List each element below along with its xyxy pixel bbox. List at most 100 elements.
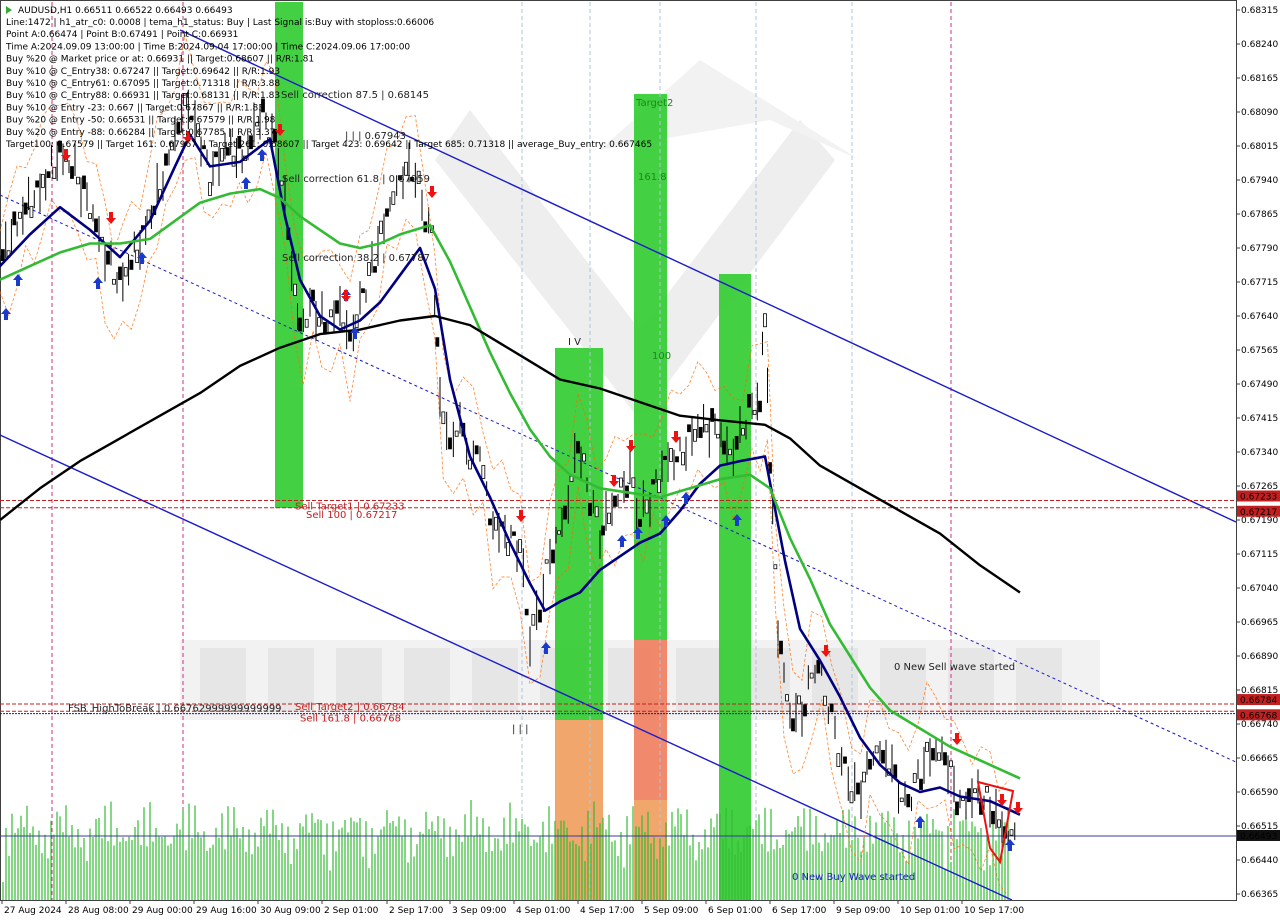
watermark-letter-block: [200, 648, 246, 712]
time-tick-label: 10 Sep 17:00: [964, 906, 1024, 916]
candle-body: [803, 704, 807, 717]
price-tick-label: 0.67715: [1241, 278, 1278, 288]
candle-body: [613, 495, 617, 507]
candle-body: [747, 394, 751, 408]
candle-body: [698, 426, 703, 438]
candle-body: [991, 810, 995, 825]
candle-body: [576, 440, 580, 454]
candle-body: [651, 479, 655, 485]
time-tick-label: 3 Sep 09:00: [452, 906, 507, 916]
zone-bar: [719, 274, 751, 900]
candle-body: [129, 259, 134, 270]
candle-body: [931, 748, 935, 761]
price-tick-label: 0.67940: [1241, 176, 1278, 186]
annotation-text: 161.8: [638, 172, 667, 183]
candle-body: [317, 317, 321, 327]
candle-body: [716, 433, 720, 439]
candle-body: [208, 182, 212, 196]
candle-body: [868, 758, 872, 770]
candle-body: [538, 609, 542, 623]
info-line: Buy %20 @ Market price or at: 0.66931 ||…: [6, 55, 314, 65]
price-tick-label: 0.66740: [1241, 720, 1278, 730]
level-label: FSB_HighToBreak | 0.66762999999999999: [68, 704, 282, 715]
candle-body: [588, 502, 592, 517]
candle-body: [118, 266, 122, 280]
candle-body: [379, 220, 383, 234]
candle-body: [681, 451, 685, 466]
annotation-text: Sell correction 61.8 | 0.67959: [282, 174, 430, 185]
price-tick-label: 0.67040: [1241, 584, 1278, 594]
info-line: Buy %10 @ Entry -23: 0.667 || Target:0.6…: [6, 103, 264, 113]
price-tick-label: 0.67565: [1241, 346, 1278, 356]
price-tick-label: 0.68165: [1241, 74, 1278, 84]
candle-body: [881, 749, 885, 764]
candle-body: [1009, 829, 1014, 836]
candle-body: [937, 752, 941, 761]
candle-body: [925, 741, 929, 752]
candle-body: [874, 745, 879, 754]
candle-body: [967, 788, 971, 803]
zone-bar: [634, 640, 667, 800]
candle-body: [687, 424, 691, 433]
candle-body: [435, 337, 440, 347]
candle-body: [843, 756, 847, 764]
price-tick-label: 0.67115: [1241, 550, 1278, 560]
candle-body: [734, 435, 739, 450]
candle-body: [512, 531, 516, 536]
time-tick-label: 28 Aug 08:00: [68, 906, 129, 916]
info-line: Target100: 0.67579 || Target 161: 0.6796…: [5, 140, 652, 150]
candle-body: [70, 166, 74, 179]
candle-body: [663, 455, 667, 461]
candle-body: [849, 791, 854, 804]
info-line: Time A:2024.09.09 13:00:00 | Time B:2024…: [5, 42, 410, 52]
info-line: Point A:0.66474 | Point B:0.67491 | Poin…: [6, 30, 238, 40]
candle-body: [82, 175, 86, 189]
candle-body: [601, 525, 605, 536]
time-tick-label: 6 Sep 01:00: [708, 906, 763, 916]
candle-body: [506, 542, 510, 556]
candle-body: [474, 445, 479, 455]
annotation-text: 0 New Sell wave started: [894, 662, 1015, 673]
candle-body: [35, 180, 40, 188]
candle-body: [348, 331, 352, 342]
annotation-text: Sell correction 87.5 | 0.68145: [281, 90, 429, 101]
candle-body: [722, 440, 726, 455]
candle-body: [335, 300, 339, 314]
price-tick-label: 0.66440: [1241, 856, 1278, 866]
candle-body: [112, 278, 116, 285]
candle-body: [669, 448, 673, 462]
price-tick-label: 0.67640: [1241, 312, 1278, 322]
price-tick-label: 0.66365: [1241, 890, 1278, 900]
candle-body: [607, 512, 611, 524]
candle-body: [52, 166, 57, 179]
price-tick-label: 0.66965: [1241, 618, 1278, 628]
time-tick-label: 9 Sep 09:00: [836, 906, 891, 916]
watermark-letter-block: [880, 648, 926, 712]
candle-body: [809, 672, 814, 679]
candle-body: [773, 564, 778, 570]
candle-body: [12, 211, 17, 226]
candle-body: [797, 695, 801, 705]
price-tick-label: 0.66590: [1241, 788, 1278, 798]
time-tick-label: 29 Aug 00:00: [132, 906, 193, 916]
candle-body: [973, 788, 977, 794]
candle-body: [906, 794, 911, 808]
time-tick-label: 4 Sep 01:00: [516, 906, 571, 916]
candle-body: [836, 753, 841, 768]
level-label: Sell Target2 | 0.66784: [295, 702, 405, 713]
candle-body: [123, 267, 128, 277]
price-chart[interactable]: Sell Target1 | 0.67233Sell 100 | 0.67217…: [0, 0, 1280, 920]
candle-body: [329, 309, 333, 318]
candle-body: [373, 266, 377, 273]
time-tick-label: 4 Sep 17:00: [580, 906, 635, 916]
time-tick-label: 2 Sep 17:00: [389, 906, 444, 916]
candle-body: [524, 608, 529, 616]
price-tick-label: 0.67490: [1241, 380, 1278, 390]
candle-body: [298, 317, 302, 332]
price-highlight-label: 0.66768: [1240, 711, 1277, 721]
candle-body: [557, 530, 561, 535]
annotation-text: Sell correction 38.2 | 0.67787: [282, 253, 430, 264]
candle-body: [943, 752, 947, 766]
candle-body: [220, 148, 224, 162]
price-highlight-label: 0.66493: [1240, 832, 1277, 842]
